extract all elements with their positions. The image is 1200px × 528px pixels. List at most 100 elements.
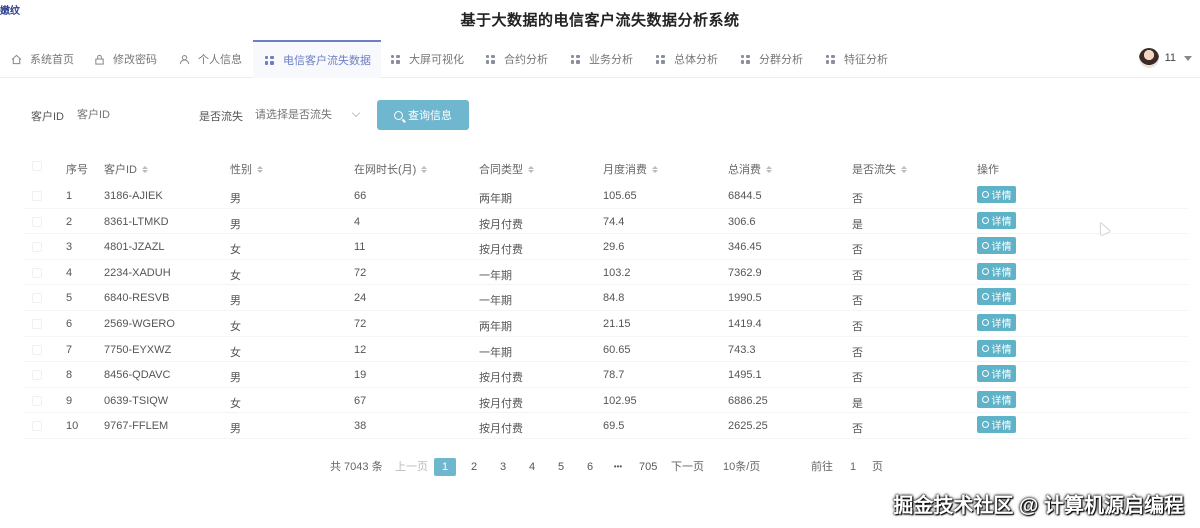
detail-button[interactable]: 详情 (977, 365, 1016, 383)
col-churn[interactable]: 是否流失 (852, 161, 907, 177)
row-checkbox[interactable] (32, 421, 42, 432)
page-size-select[interactable]: 10条/页 (723, 458, 760, 476)
cell-tenure: 67 (354, 394, 367, 407)
table-row: 7 7750-EYXWZ 女 12 一年期 60.65 743.3 否 详情 (24, 337, 1188, 363)
cell-monthly: 84.8 (603, 292, 625, 305)
search-icon (981, 344, 989, 352)
detail-button-label: 详情 (991, 395, 1012, 407)
grid-icon (739, 53, 751, 65)
cell-gender: 男 (230, 423, 241, 436)
next-page-button[interactable]: 下一页 (671, 458, 704, 476)
churn-label: 是否流失 (199, 111, 243, 123)
cell-customer-id: 0639-TSIQW (104, 394, 169, 407)
table-row: 8 8456-QDAVC 男 19 按月付费 78.7 1495.1 否 详情 (24, 362, 1188, 388)
detail-button[interactable]: 详情 (977, 416, 1016, 434)
nav-item-churn-data[interactable]: 电信客户流失数据 (253, 40, 381, 78)
col-monthly[interactable]: 月度消费 (603, 161, 658, 177)
nav-item-feature-analysis[interactable]: 特征分析 (824, 40, 888, 78)
detail-button[interactable]: 详情 (977, 237, 1016, 255)
sort-icon (652, 165, 658, 173)
nav-item-cluster-analysis[interactable]: 分群分析 (739, 40, 803, 78)
churn-select[interactable] (255, 104, 350, 126)
col-tenure[interactable]: 在网时长(月) (354, 161, 428, 177)
nav-item-profile[interactable]: 个人信息 (178, 40, 242, 78)
nav-label: 电信客户流失数据 (283, 55, 371, 67)
detail-button[interactable]: 详情 (977, 339, 1016, 357)
sort-icon (421, 165, 428, 173)
detail-button[interactable]: 详情 (977, 313, 1016, 331)
detail-button[interactable]: 详情 (977, 390, 1016, 408)
nav-label: 系统首页 (30, 54, 74, 66)
cell-contract: 按月付费 (479, 244, 523, 257)
table-row: 5 6840-RESVB 男 24 一年期 84.8 1990.5 否 详情 (24, 285, 1188, 311)
grid-icon (654, 53, 666, 65)
cell-monthly: 29.6 (603, 241, 625, 254)
col-total[interactable]: 总消费 (728, 161, 772, 177)
cell-monthly: 21.15 (603, 317, 631, 330)
row-checkbox[interactable] (32, 344, 42, 355)
cell-tenure: 72 (354, 317, 367, 330)
row-checkbox[interactable] (32, 318, 42, 329)
cell-monthly: 69.5 (603, 420, 625, 433)
page-5[interactable]: 5 (554, 458, 568, 476)
row-checkbox[interactable] (32, 242, 42, 253)
detail-button[interactable]: 详情 (977, 262, 1016, 280)
sort-icon (528, 165, 534, 173)
cell-contract: 按月付费 (479, 218, 523, 231)
search-icon (981, 191, 989, 198)
col-gender[interactable]: 性别 (230, 161, 263, 177)
cell-monthly: 102.95 (603, 394, 637, 407)
page-6[interactable]: 6 (583, 458, 597, 476)
cell-contract: 按月付费 (479, 423, 523, 436)
nav-item-overall-analysis[interactable]: 总体分析 (654, 40, 718, 78)
goto-input[interactable]: 1 (850, 458, 856, 476)
table-row: 1 3186-AJIEK 男 66 两年期 105.65 6844.5 否 详情 (24, 183, 1188, 209)
cell-gender: 女 (230, 269, 241, 282)
nav-item-change-password[interactable]: 修改密码 (93, 40, 157, 78)
user-icon (178, 53, 190, 65)
row-checkbox[interactable] (32, 370, 42, 381)
page-1[interactable]: 1 (434, 458, 456, 476)
col-contract[interactable]: 合同类型 (479, 161, 534, 177)
search-icon (981, 293, 989, 301)
grid-icon (263, 54, 275, 66)
user-menu[interactable]: 11 (1138, 48, 1192, 68)
cell-gender: 女 (230, 346, 241, 359)
cell-total: 1990.5 (728, 292, 762, 305)
search-icon (981, 370, 989, 378)
row-checkbox[interactable] (32, 293, 42, 304)
user-name: 11 (1164, 52, 1176, 64)
lock-icon (93, 53, 105, 65)
cell-tenure: 24 (354, 292, 367, 305)
prev-page-button[interactable]: 上一页 (395, 458, 428, 476)
detail-button[interactable]: 详情 (977, 211, 1016, 229)
more-pages[interactable]: ••• (611, 458, 625, 476)
select-all-checkbox[interactable] (32, 161, 42, 171)
cell-tenure: 38 (354, 420, 367, 433)
query-button[interactable]: 查询信息 (377, 100, 469, 130)
chevron-down-icon (351, 108, 361, 118)
detail-button[interactable]: 详情 (977, 186, 1016, 203)
col-customer-id[interactable]: 客户ID (104, 161, 148, 177)
row-checkbox[interactable] (32, 216, 42, 227)
page-4[interactable]: 4 (525, 458, 539, 476)
detail-button-label: 详情 (991, 344, 1012, 356)
cell-churn: 否 (852, 295, 863, 308)
customer-id-input[interactable] (77, 104, 177, 126)
page-3[interactable]: 3 (496, 458, 510, 476)
cell-contract: 两年期 (479, 320, 512, 333)
detail-button[interactable]: 详情 (977, 288, 1016, 306)
nav-item-home[interactable]: 系统首页 (10, 40, 74, 78)
detail-button-label: 详情 (991, 421, 1012, 433)
nav-item-big-screen[interactable]: 大屏可视化 (389, 40, 464, 78)
row-checkbox[interactable] (32, 395, 42, 406)
cell-gender: 男 (230, 295, 241, 308)
row-checkbox[interactable] (32, 191, 42, 201)
nav-item-contract-analysis[interactable]: 合约分析 (484, 40, 548, 78)
row-checkbox[interactable] (32, 267, 42, 278)
top-nav: 系统首页 修改密码 个人信息 电信客户流失数据 大屏可视化 合约分析 业务分析 … (0, 40, 1200, 78)
nav-item-business-analysis[interactable]: 业务分析 (569, 40, 633, 78)
page-last[interactable]: 705 (639, 458, 657, 476)
cell-gender: 男 (230, 218, 241, 231)
page-2[interactable]: 2 (467, 458, 481, 476)
